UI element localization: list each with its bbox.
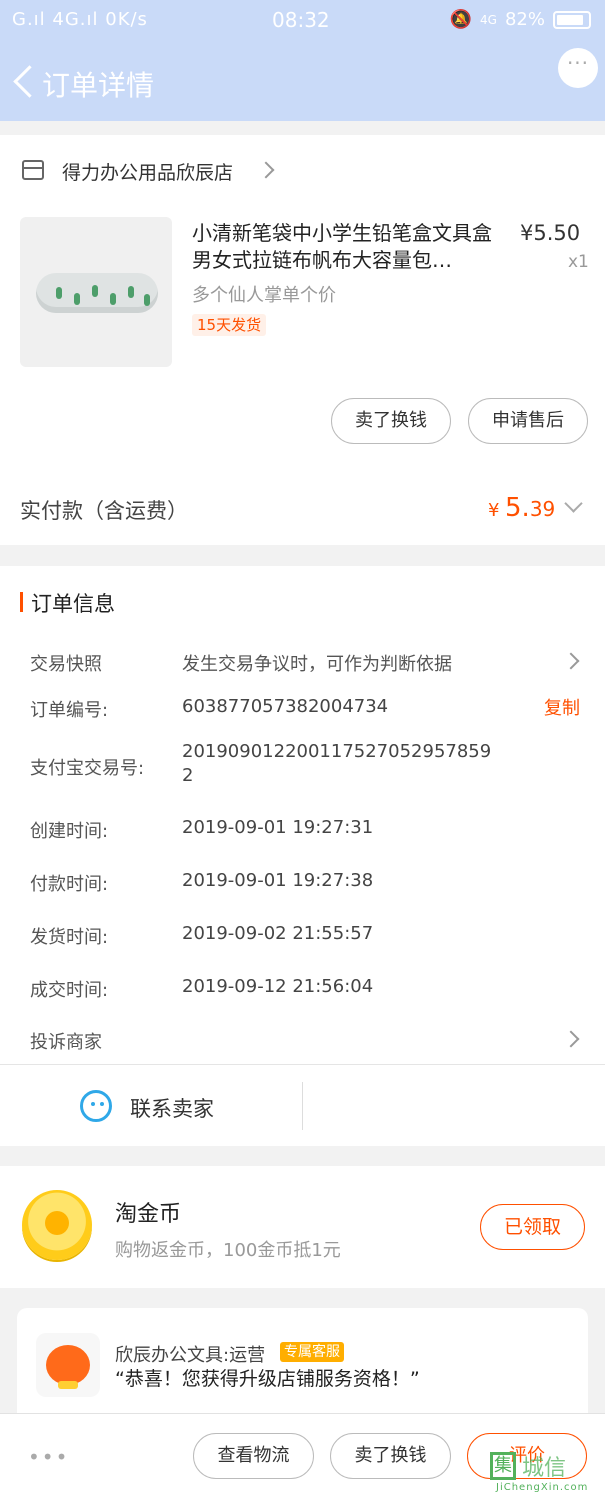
nav-bar: 订单详情 [0, 48, 605, 114]
snapshot-label[interactable]: 交易快照 [30, 650, 102, 676]
clock: 08:32 [272, 8, 330, 32]
service-avatar [36, 1333, 100, 1397]
divider [0, 1064, 605, 1065]
amount-int: 5. [505, 493, 530, 523]
product-qty: x1 [568, 252, 589, 272]
more-actions-button[interactable]: ••• [28, 1445, 69, 1469]
shipped-label: 发货时间: [30, 927, 109, 948]
page-title: 订单详情 [42, 69, 155, 102]
payment-amount: 5.39 [505, 493, 555, 523]
watermark-sub: JiChengXin.com [496, 1482, 589, 1493]
closed-value: 2019-09-12 21:56:04 [182, 976, 374, 997]
alipay-no-value-line2: 2 [182, 765, 194, 786]
service-tag: 专属客服 [280, 1342, 344, 1362]
alipay-no-label: 支付宝交易号: [30, 758, 145, 779]
battery-percent: 82% [504, 9, 545, 30]
product-title[interactable]: 小清新笔袋中小学生铅笔盒文具盒男女式拉链布帆布大容量包… [192, 220, 504, 274]
paid-label: 付款时间: [30, 874, 109, 895]
signal-info: G.ıl 4G.ıl 0K/s [12, 9, 148, 30]
status-bar: G.ıl 4G.ıl 0K/s 08:32 🔕 4G 82% [0, 0, 605, 42]
section-accent-bar [20, 592, 23, 612]
order-no-value: 603877057382004734 [182, 696, 389, 717]
product-sku: 多个仙人掌单个价 [192, 285, 336, 306]
watermark-logo: 集 [490, 1452, 516, 1480]
contact-seller-button[interactable]: 联系卖家 [130, 1093, 214, 1123]
shop-name[interactable]: 得力办公用品欣辰店 [62, 158, 233, 185]
sell-button-bottom[interactable]: 卖了换钱 [330, 1433, 451, 1479]
shipping-tag: 15天发货 [192, 314, 267, 336]
watermark: 集 城信 JiChengXin.com [490, 1450, 605, 1500]
after-sale-button[interactable]: 申请售后 [468, 398, 588, 444]
product-image[interactable] [20, 217, 172, 367]
order-no-label: 订单编号: [30, 700, 109, 721]
sell-button[interactable]: 卖了换钱 [331, 398, 451, 444]
paid-value: 2019-09-01 19:27:38 [182, 870, 374, 891]
coins-desc: 购物返金币，100金币抵1元 [115, 1240, 341, 1261]
service-message: “恭喜！您获得升级店铺服务资格！” [115, 1368, 420, 1390]
amount-dec: 39 [529, 497, 556, 521]
watermark-text: 城信 [522, 1456, 567, 1481]
status-right: 🔕 4G 82% [450, 9, 591, 30]
complain-link[interactable]: 投诉商家 [30, 1028, 102, 1054]
back-icon[interactable] [10, 62, 40, 102]
shop-icon [22, 160, 44, 180]
copy-button[interactable]: 复制 [544, 694, 580, 720]
contact-seller-icon[interactable] [80, 1090, 112, 1122]
pencil-case-image [36, 273, 158, 313]
header: G.ıl 4G.ıl 0K/s 08:32 🔕 4G 82% 订单详情 [0, 0, 605, 121]
closed-label: 成交时间: [30, 980, 109, 1001]
created-label: 创建时间: [30, 821, 109, 842]
payment-currency: ¥ [488, 500, 500, 521]
product-price: ¥5.50 [520, 221, 581, 245]
created-value: 2019-09-01 19:27:31 [182, 817, 374, 838]
battery-icon [553, 10, 591, 29]
divider-vertical [302, 1082, 303, 1130]
alipay-no-value-line1: 201909012200117527052957859 [182, 741, 492, 762]
logistics-button[interactable]: 查看物流 [193, 1433, 314, 1479]
network-label: 4G [480, 12, 497, 27]
coin-icon [22, 1190, 92, 1260]
coins-title: 淘金币 [115, 1202, 182, 1227]
mute-icon: 🔕 [449, 9, 473, 30]
payment-label: 实付款（含运费） [20, 499, 188, 523]
snapshot-value[interactable]: 发生交易争议时，可作为判断依据 [182, 650, 452, 676]
more-menu-button[interactable]: ··· [558, 48, 598, 88]
shipped-value: 2019-09-02 21:55:57 [182, 923, 374, 944]
order-info-title: 订单信息 [31, 592, 115, 616]
claimed-button[interactable]: 已领取 [480, 1204, 585, 1250]
